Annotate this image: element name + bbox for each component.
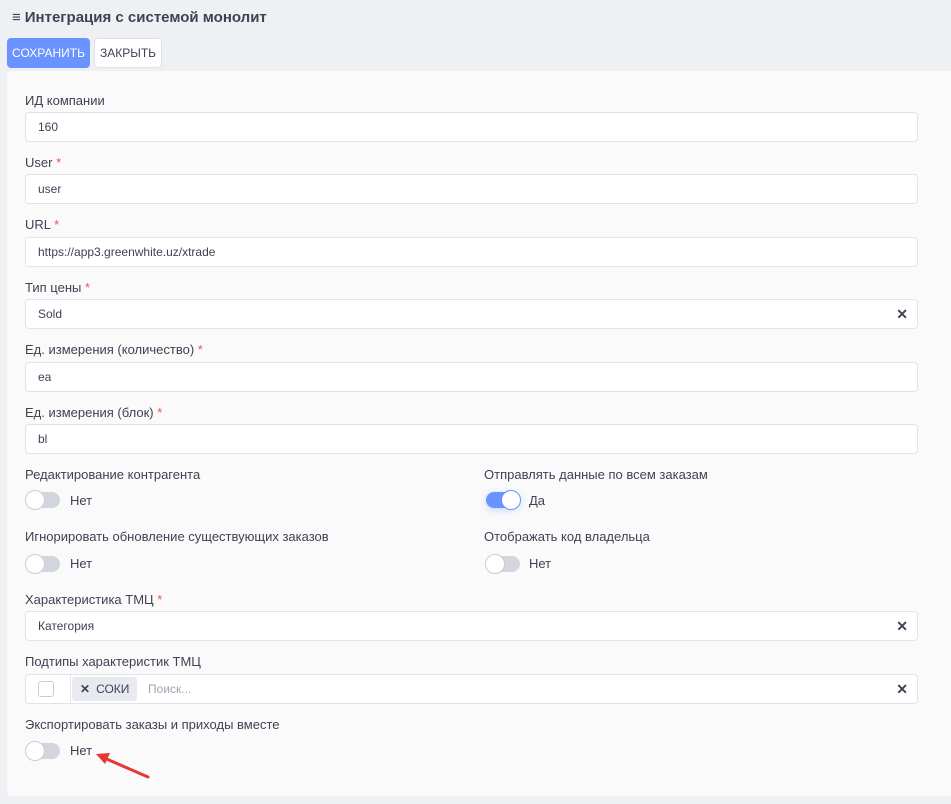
search-input[interactable]: Поиск... — [148, 682, 191, 696]
edit-counterparty-state: Нет — [70, 493, 93, 508]
ignore-updates-toggle[interactable] — [25, 554, 60, 574]
user-label-text: User — [25, 155, 53, 170]
tmc-characteristic-value: Категория — [38, 619, 95, 633]
user-input[interactable]: user — [25, 174, 918, 204]
tmc-characteristic-select[interactable]: Категория ✕ — [25, 611, 918, 641]
send-all-orders-toggle[interactable] — [486, 490, 521, 510]
toggle-knob — [25, 490, 45, 510]
price-type-value: Sold — [38, 307, 63, 321]
tmc-subtypes-label: Подтипы характеристик ТМЦ — [25, 654, 201, 669]
show-owner-code-label: Отображать код владельца — [484, 529, 650, 544]
toggle-knob — [25, 554, 45, 574]
remove-tag-icon[interactable]: ✕ — [80, 682, 90, 696]
user-label: User * — [25, 155, 61, 170]
required-mark: * — [54, 217, 60, 232]
show-owner-code-toggle[interactable] — [485, 554, 520, 574]
toggle-knob — [25, 741, 45, 761]
price-type-label: Тип цены * — [25, 280, 90, 295]
company-id-label: ИД компании — [25, 93, 105, 108]
tmc-subtypes-multiselect[interactable]: ✕ СОКИ Поиск... ✕ — [25, 674, 918, 704]
url-value: https://app3.greenwhite.uz/xtrade — [38, 245, 216, 259]
unit-qty-label-text: Ед. измерения (количество) — [25, 342, 195, 357]
company-id-input[interactable]: 160 — [25, 112, 918, 142]
url-label-text: URL — [25, 217, 51, 232]
save-button[interactable]: СОХРАНИТЬ — [7, 38, 90, 68]
required-mark: * — [56, 155, 62, 170]
ignore-updates-state: Нет — [70, 556, 93, 571]
clear-icon[interactable]: ✕ — [896, 682, 908, 696]
export-together-label: Экспортировать заказы и приходы вместе — [25, 717, 280, 732]
user-value: user — [38, 182, 62, 196]
toggle-knob — [485, 554, 505, 574]
price-type-label-text: Тип цены — [25, 280, 82, 295]
export-together-state: Нет — [70, 743, 93, 758]
clear-icon[interactable]: ✕ — [896, 619, 908, 633]
required-mark: * — [157, 592, 163, 607]
selected-tag: ✕ СОКИ — [72, 677, 138, 701]
required-mark: * — [157, 405, 163, 420]
url-label: URL * — [25, 217, 59, 232]
show-owner-code-state: Нет — [529, 556, 552, 571]
required-mark: * — [197, 342, 203, 357]
unit-qty-value: ea — [38, 370, 52, 384]
select-all-cell — [26, 675, 71, 703]
required-mark: * — [84, 280, 91, 295]
tag-label: СОКИ — [96, 682, 130, 696]
unit-block-value: bl — [38, 432, 48, 446]
toggle-knob — [501, 490, 521, 510]
clear-icon[interactable]: ✕ — [896, 307, 908, 321]
send-all-orders-state: Да — [529, 493, 546, 508]
close-button[interactable]: ЗАКРЫТЬ — [94, 38, 162, 68]
edit-counterparty-label: Редактирование контрагента — [25, 467, 201, 482]
tmc-characteristic-label-text: Характеристика ТМЦ — [25, 592, 154, 607]
ignore-updates-label: Игнорировать обновление существующих зак… — [25, 529, 329, 544]
send-all-orders-label: Отправлять данные по всем заказам — [484, 467, 708, 482]
menu-icon[interactable]: ≡ — [12, 10, 21, 25]
export-together-toggle[interactable] — [25, 741, 60, 761]
unit-qty-input[interactable]: ea — [25, 362, 918, 392]
price-type-select[interactable]: Sold ✕ — [25, 299, 918, 329]
tmc-characteristic-label: Характеристика ТМЦ * — [25, 592, 162, 607]
unit-block-label: Ед. измерения (блок) * — [25, 405, 162, 420]
annotation-arrow-icon — [96, 753, 150, 779]
unit-qty-label: Ед. измерения (количество) * — [25, 342, 203, 357]
edit-counterparty-toggle[interactable] — [25, 490, 60, 510]
page-title: Интеграция с системой монолит — [24, 9, 267, 26]
unit-block-label-text: Ед. измерения (блок) — [25, 405, 154, 420]
page-header: ≡ Интеграция с системой монолит — [12, 9, 267, 26]
company-id-label-text: ИД компании — [25, 93, 105, 108]
company-id-value: 160 — [38, 120, 59, 134]
url-input[interactable]: https://app3.greenwhite.uz/xtrade — [25, 237, 918, 267]
unit-block-input[interactable]: bl — [25, 424, 918, 454]
select-all-checkbox[interactable] — [38, 681, 54, 697]
